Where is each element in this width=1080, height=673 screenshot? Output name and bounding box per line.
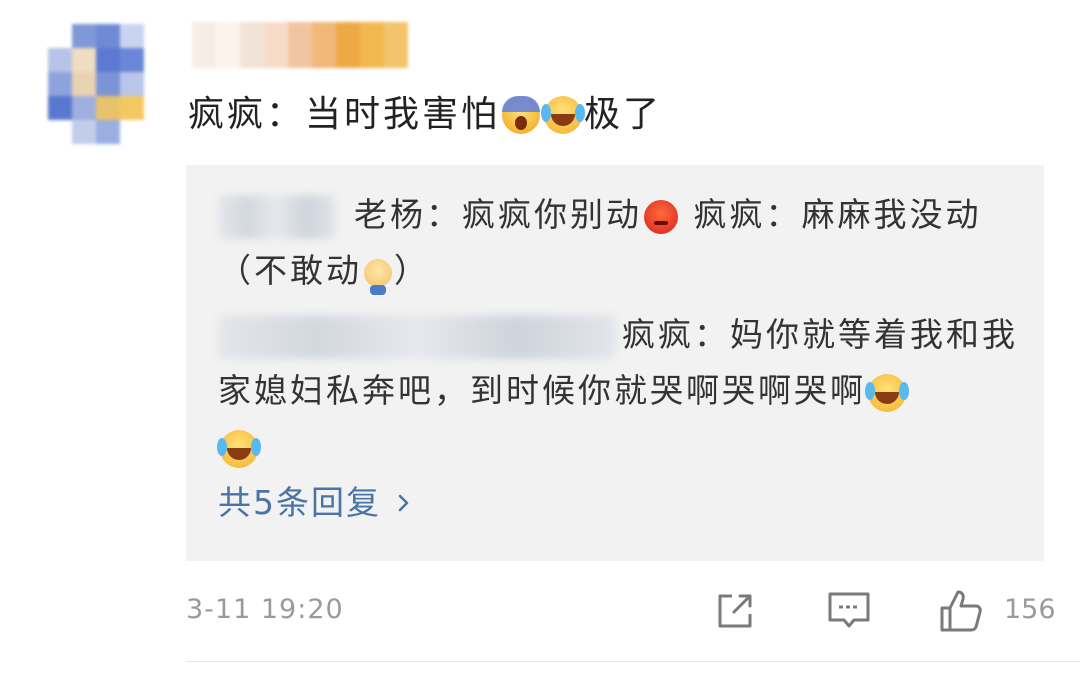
comment-text: 疯疯：当时我害怕 极了 — [188, 88, 662, 142]
divider — [186, 661, 1080, 662]
reply-author[interactable] — [218, 314, 616, 359]
timestamp: 3-11 19:20 — [186, 594, 344, 625]
comment-card: 疯疯：当时我害怕 极了 老杨：疯疯你别动 疯疯：麻麻我没动（不敢动） 疯疯：妈你… — [0, 0, 1080, 673]
reply-text: 老杨：疯疯你别动 — [354, 195, 642, 234]
reply-item[interactable]: 疯疯：妈你就等着我和我家媳妇私奔吧，到时候你就哭啊哭啊哭啊 — [217, 307, 1018, 475]
angry-emoji-icon — [644, 199, 678, 234]
chevron-right-icon — [398, 494, 409, 512]
laugh-cry-emoji-icon — [217, 429, 258, 468]
shy-kid-emoji-icon — [364, 258, 392, 295]
thumbs-up-icon[interactable] — [938, 588, 984, 634]
avatar[interactable] — [48, 24, 144, 144]
comment-text-part-1: 疯疯：当时我害怕 — [188, 94, 501, 135]
scream-emoji-icon — [502, 96, 541, 134]
comment-icon[interactable] — [826, 588, 872, 634]
replies-panel[interactable]: 老杨：疯疯你别动 疯疯：麻麻我没动（不敢动） 疯疯：妈你就等着我和我家媳妇私奔吧… — [186, 165, 1044, 561]
username[interactable] — [192, 22, 408, 68]
comment-text-part-2: 极了 — [584, 94, 663, 135]
more-replies-link[interactable]: 共5条回复 — [218, 481, 413, 525]
comment-footer: 3-11 19:20 156 — [186, 588, 1056, 636]
share-icon[interactable] — [712, 588, 758, 634]
like-count: 156 — [1004, 594, 1056, 625]
reply-item[interactable]: 老杨：疯疯你别动 疯疯：麻麻我没动（不敢动） — [218, 187, 1018, 299]
laugh-cry-emoji-icon — [541, 96, 583, 134]
more-replies-label: 共5条回复 — [218, 483, 381, 522]
reply-author[interactable] — [218, 194, 336, 239]
reply-text: ） — [394, 251, 430, 290]
laugh-cry-emoji-icon — [865, 373, 906, 412]
